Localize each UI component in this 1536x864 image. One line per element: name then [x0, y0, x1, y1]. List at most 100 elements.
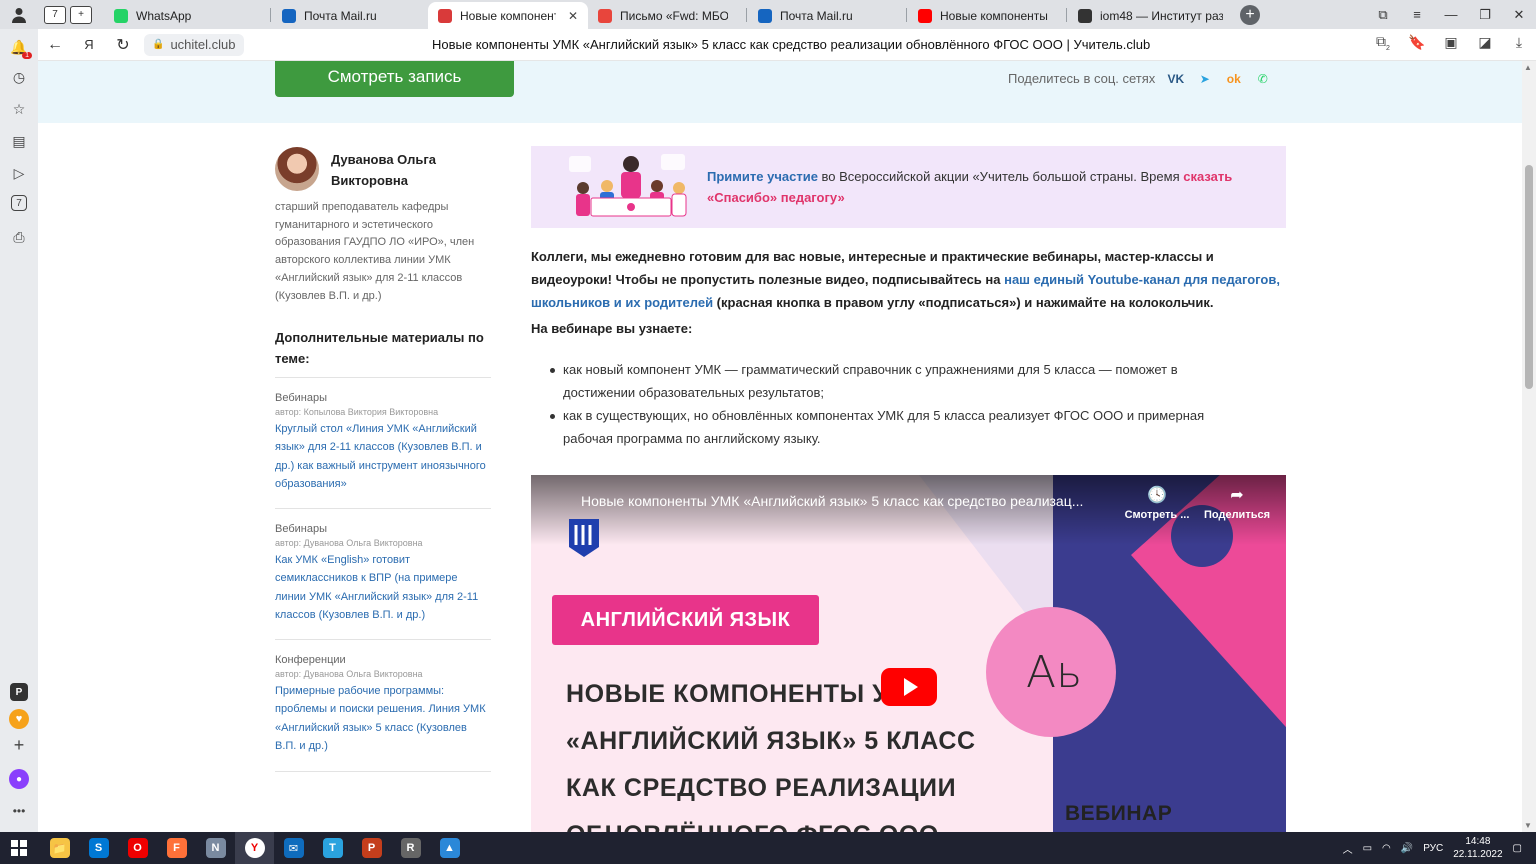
mail-app-icon: ✉ — [283, 838, 304, 858]
author-name[interactable]: Дуванова Ольга Викторовна — [331, 149, 491, 191]
tab-separator — [906, 8, 907, 22]
taskbar-app[interactable]: ✉ — [274, 832, 313, 864]
extensions-icon[interactable]: ◪ — [1474, 34, 1496, 51]
related-category: Вебинары — [275, 392, 327, 404]
tabs-counter-button[interactable]: 7 — [44, 5, 66, 24]
youtube-video-player[interactable]: Aь Новые компоненты УМК «Английский язык… — [531, 475, 1286, 832]
clock-icon: 🕓 — [1147, 487, 1167, 504]
taskbar-app[interactable]: T — [313, 832, 352, 864]
url-text: uchitel.club — [170, 37, 236, 52]
tab[interactable]: Новые компоненты УМ ✕ — [428, 2, 588, 29]
add-tab-group-icon[interactable]: + — [70, 5, 92, 24]
url-field[interactable]: 🔒 uchitel.club — [144, 33, 244, 56]
wifi-icon[interactable]: ◠ — [1382, 843, 1391, 854]
reader-mode-icon[interactable]: ⧉2 — [1372, 33, 1394, 52]
taskbar-app[interactable]: Y — [235, 832, 274, 864]
tabs-overview-icon[interactable]: ⧉ — [1366, 0, 1400, 29]
tab[interactable]: WhatsApp — [104, 2, 264, 29]
watch-later-button[interactable]: 🕓 Смотреть ... — [1119, 485, 1195, 521]
clock[interactable]: 14:48 22.11.2022 — [1453, 835, 1502, 861]
history-icon[interactable]: ◷ — [9, 67, 29, 87]
taskbar-app[interactable]: O — [118, 832, 157, 864]
tab[interactable]: iom48 — Институт развит — [1068, 2, 1233, 29]
tray-chevron-icon[interactable]: ︿ — [1343, 841, 1353, 856]
tab-label: Новые компоненты УМ — [460, 8, 556, 23]
video-badge: ВЕБИНАР — [1065, 802, 1173, 825]
yandex-icon[interactable]: Я — [72, 29, 106, 61]
video-headline-line: НОВЫЕ КОМПОНЕНТЫ УМК — [566, 680, 926, 708]
video-header-band — [38, 61, 1522, 123]
taskbar-app[interactable]: P — [352, 832, 391, 864]
related-link[interactable]: Примерные рабочие программы: проблемы и … — [275, 682, 491, 755]
watch-recording-button[interactable]: Смотреть запись — [275, 61, 514, 97]
counter-icon[interactable]: 7 — [11, 195, 27, 211]
web-page: Смотреть запись Поделитесь в соц. сетях … — [38, 61, 1522, 832]
related-link[interactable]: Как УМК «English» готовит семиклассников… — [275, 551, 491, 624]
video-icon[interactable]: ▷ — [9, 163, 29, 183]
minimize-button[interactable]: — — [1434, 0, 1468, 29]
promo-link-participate[interactable]: Примите участие — [707, 169, 818, 184]
notifications-icon[interactable]: 🔔 1 — [9, 37, 32, 59]
tab[interactable]: Почта Mail.ru — [272, 2, 422, 29]
maximize-button[interactable]: ❐ — [1468, 0, 1502, 29]
powerpoint-icon: P — [361, 838, 382, 858]
bookmark-icon[interactable]: 🔖 — [1406, 34, 1428, 51]
scrollbar-thumb[interactable] — [1525, 165, 1533, 389]
system-tray: ︿ ▭ ◠ 🔊 РУС 14:48 22.11.2022 ▢ — [1343, 832, 1536, 864]
tab[interactable]: Новые компоненты УМК — [908, 2, 1058, 29]
scroll-down-icon[interactable]: ▼ — [1524, 821, 1532, 830]
close-tab-icon[interactable]: ✕ — [568, 9, 578, 23]
youtube-icon — [918, 8, 932, 23]
volume-icon[interactable]: 🔊 — [1401, 843, 1413, 854]
odnoklassniki-icon[interactable]: ok — [1225, 70, 1242, 87]
whatsapp-icon[interactable]: ✆ — [1254, 70, 1271, 87]
taskbar-app[interactable]: R — [391, 832, 430, 864]
collections-icon[interactable]: ▤ — [9, 131, 29, 151]
add-sidebar-item-icon[interactable]: + — [9, 735, 29, 755]
downloads-icon[interactable]: ⤓ — [1508, 34, 1530, 51]
tab-label: WhatsApp — [136, 8, 192, 23]
institute-icon — [1078, 8, 1092, 23]
scroll-up-icon[interactable]: ▲ — [1524, 63, 1532, 72]
related-link[interactable]: Круглый стол «Линия УМК «Английский язык… — [275, 420, 491, 493]
new-tab-button[interactable]: + — [1240, 5, 1260, 25]
page-scrollbar[interactable]: ▲ ▼ — [1522, 61, 1536, 832]
bookmarks-icon[interactable]: ☆ — [9, 99, 29, 119]
video-title[interactable]: Новые компоненты УМК «Английский язык» 5… — [581, 493, 1121, 509]
taskbar-app[interactable]: 📁 — [40, 832, 79, 864]
video-share-label: Поделиться — [1203, 509, 1271, 521]
video-share-button[interactable]: ➦ Поделиться — [1199, 485, 1275, 521]
tab-separator — [270, 8, 271, 22]
play-button[interactable] — [881, 668, 937, 706]
promo-banner[interactable]: Примите участие во Всероссийской акции «… — [531, 146, 1286, 228]
vk-icon[interactable]: VK — [1167, 70, 1184, 87]
pinned-app-icon[interactable]: ♥ — [9, 709, 29, 729]
windows-start-icon[interactable] — [0, 832, 38, 864]
menu-icon[interactable]: ≡ — [1400, 0, 1434, 29]
avatar — [275, 147, 319, 191]
related-item: Вебинары автор: Копылова Виктория Виктор… — [275, 377, 491, 493]
reload-button[interactable]: ↻ — [106, 29, 140, 61]
profile-icon[interactable] — [0, 0, 38, 29]
lock-icon: 🔒 — [152, 39, 165, 50]
telegram-icon[interactable]: ➤ — [1196, 70, 1213, 87]
tab[interactable]: Письмо «Fwd: МБОУ СОШ — [588, 2, 738, 29]
taskbar-app[interactable]: N — [196, 832, 235, 864]
more-icon[interactable]: ••• — [9, 801, 29, 821]
close-window-button[interactable]: ✕ — [1502, 0, 1536, 29]
alice-assistant-icon[interactable]: ● — [9, 769, 29, 789]
pinned-p-icon[interactable]: P — [10, 683, 28, 701]
back-button[interactable]: ← — [38, 29, 72, 61]
taskbar-app[interactable]: F — [157, 832, 196, 864]
taskbar-app[interactable]: S — [79, 832, 118, 864]
screenshot-icon[interactable]: ⎙ — [9, 227, 29, 247]
tab[interactable]: Почта Mail.ru — [748, 2, 898, 29]
promo-text: Примите участие во Всероссийской акции «… — [707, 166, 1267, 208]
firefox-icon: F — [166, 838, 187, 858]
network-tray-icon[interactable]: ▭ — [1363, 843, 1372, 854]
taskbar-app[interactable]: ▲ — [430, 832, 469, 864]
video-subject-tag: АНГЛИЙСКИЙ ЯЗЫК — [552, 595, 819, 645]
language-indicator[interactable]: РУС — [1423, 843, 1443, 854]
reading-list-icon[interactable]: ▣ — [1440, 34, 1462, 51]
notification-center-icon[interactable]: ▢ — [1513, 843, 1522, 854]
